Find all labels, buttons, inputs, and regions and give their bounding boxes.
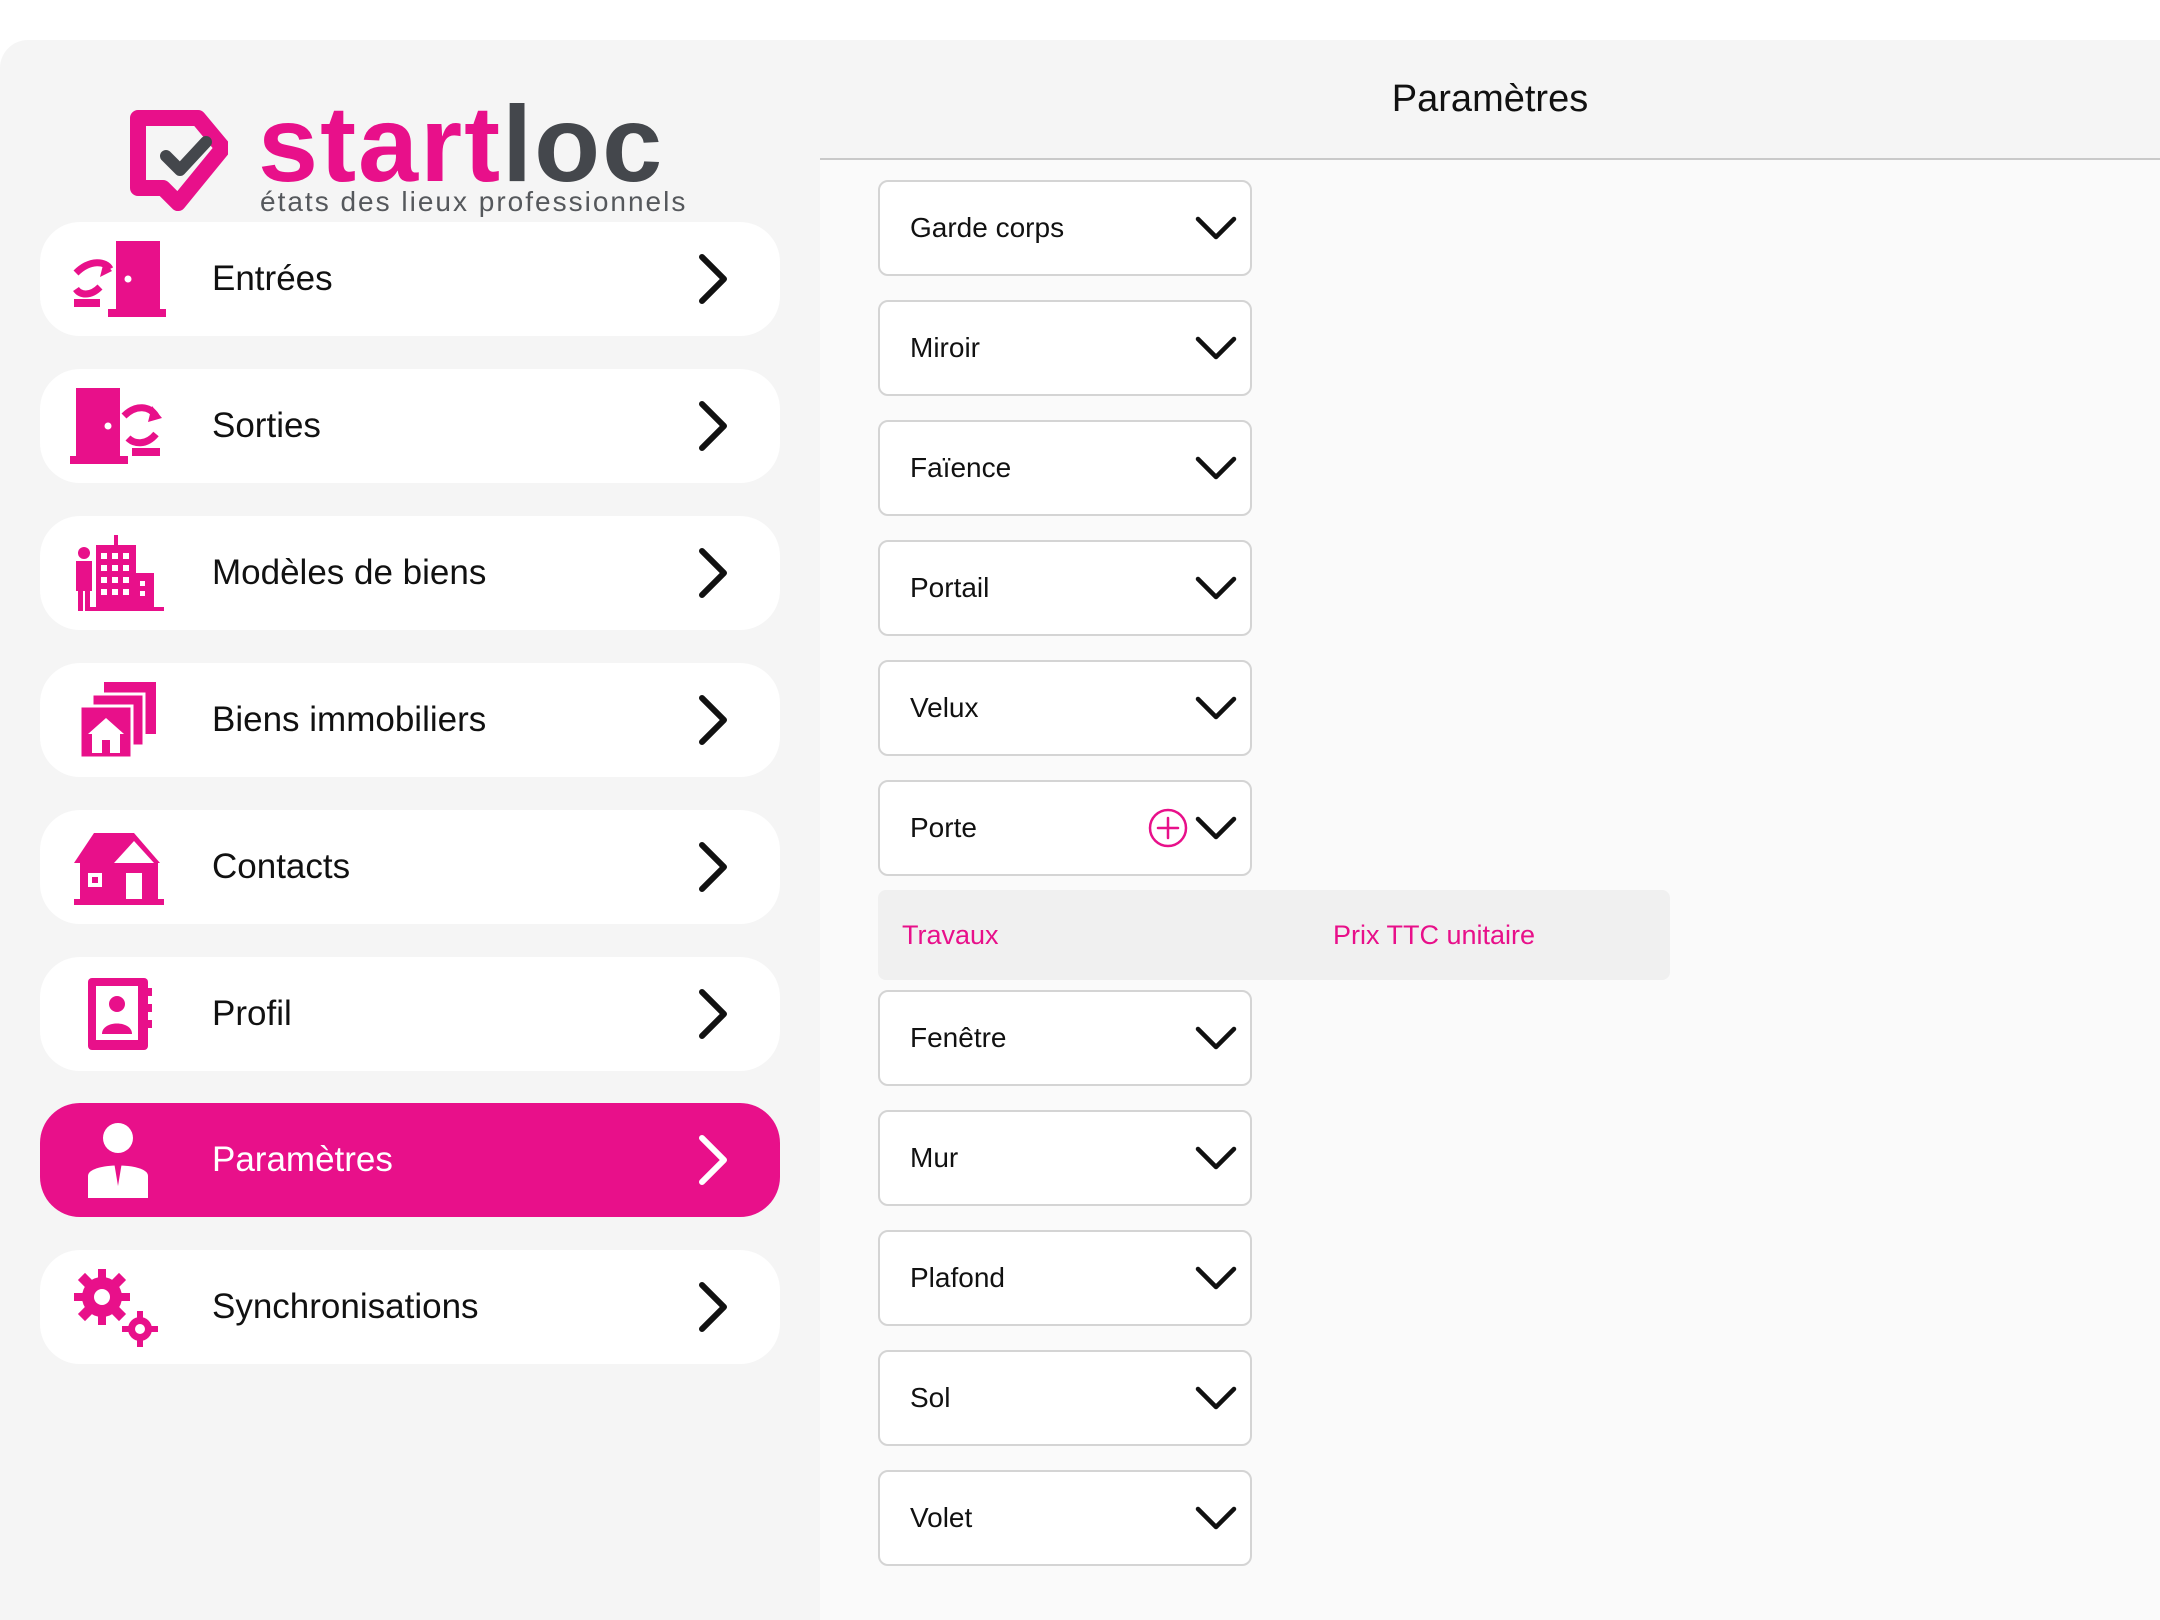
dropdown-label: Portail [910,572,990,603]
sidebar-item-label: Synchronisations [212,1287,479,1326]
sidebar-item-label: Entrées [212,259,333,298]
dropdown-label: Faïence [910,452,1012,483]
logo-tagline: états des lieux professionnels [260,186,688,217]
dropdown-portail[interactable]: Portail [878,540,1252,636]
dropdown-label: Plafond [910,1262,1005,1293]
chevron-down-icon [1195,1146,1237,1170]
dropdown-label: Velux [910,692,979,723]
dropdown-velux[interactable]: Velux [878,660,1252,756]
dropdown-mur[interactable]: Mur [878,1110,1252,1206]
logo-wordmark: startloc [258,90,664,198]
sidebar-item-label: Contacts [212,847,351,886]
dropdown-label: Volet [910,1502,973,1533]
dropdown-label: Mur [910,1142,959,1173]
chevron-right-icon [699,1282,727,1332]
dropdown-sol[interactable]: Sol [878,1350,1252,1446]
sidebar-item-entrees[interactable]: Entrées [40,222,780,336]
sidebar-item-parametres[interactable]: Paramètres [40,1103,780,1217]
chevron-down-icon [1195,576,1237,600]
chevron-down-icon [1195,336,1237,360]
chevron-right-icon [699,695,727,745]
chevron-down-icon [1195,1506,1237,1530]
dropdown-garde-corps[interactable]: Garde corps [878,180,1252,276]
travaux-header-row: Travaux Prix TTC unitaire [878,890,1670,980]
sidebar-item-synchronisations[interactable]: Synchronisations [40,1250,780,1364]
dropdown-plafond[interactable]: Plafond [878,1230,1252,1326]
user-icon [68,1115,168,1205]
dropdown-volet[interactable]: Volet [878,1470,1252,1566]
sidebar-item-profil[interactable]: Profil [40,957,780,1071]
sidebar-item-label: Biens immobiliers [212,700,487,739]
chevron-down-icon [1195,696,1237,720]
column-header-prix: Prix TTC unitaire [1332,919,1536,950]
page-title: Paramètres [1391,77,1589,120]
sidebar-item-label: Sorties [212,406,321,445]
dropdown-label: Miroir [910,332,980,363]
chevron-down-icon [1195,1386,1237,1410]
house-icon [68,822,168,912]
chevron-right-icon [699,989,727,1039]
dropdown-label: Fenêtre [910,1022,1007,1053]
chevron-down-icon [1195,1026,1237,1050]
door-enter-icon [68,234,168,324]
chevron-down-icon [1195,1266,1237,1290]
main-panel: Paramètres Garde corps Miroir Faïence Po… [820,40,2160,1620]
house-stack-icon [68,675,168,765]
sidebar-item-biens-immobiliers[interactable]: Biens immobiliers [40,663,780,777]
logo-mark-icon [130,110,228,211]
chevron-right-icon [699,401,727,451]
chevron-down-icon [1195,816,1237,840]
sidebar-item-label: Modèles de biens [212,553,487,592]
dropdown-label: Porte [910,812,977,843]
dropdown-fenetre[interactable]: Fenêtre [878,990,1252,1086]
dropdown-label: Garde corps [910,212,1065,243]
gears-icon [68,1262,168,1352]
sidebar: startloc états des lieux professionnels … [0,40,820,1620]
dropdown-miroir[interactable]: Miroir [878,300,1252,396]
door-exit-icon [68,381,168,471]
chevron-down-icon [1195,216,1237,240]
building-person-icon [68,528,168,618]
page-header: Paramètres [820,40,2160,160]
dropdown-faience[interactable]: Faïence [878,420,1252,516]
sidebar-item-label: Profil [212,994,292,1033]
chevron-right-icon [699,254,727,304]
dropdown-label: Sol [910,1382,951,1413]
add-circle-icon[interactable] [1148,808,1188,848]
contact-book-icon [68,969,168,1059]
sidebar-item-modeles-de-biens[interactable]: Modèles de biens [40,516,780,630]
chevron-down-icon [1195,456,1237,480]
sidebar-item-label: Paramètres [212,1140,393,1179]
column-header-travaux: Travaux [902,919,999,950]
chevron-right-icon [699,842,727,892]
dropdown-porte[interactable]: Porte [878,780,1252,876]
sidebar-item-contacts[interactable]: Contacts [40,810,780,924]
sidebar-item-sorties[interactable]: Sorties [40,369,780,483]
chevron-right-icon [699,1135,727,1185]
startloc-logo: startloc états des lieux professionnels [128,68,728,228]
chevron-right-icon [699,548,727,598]
